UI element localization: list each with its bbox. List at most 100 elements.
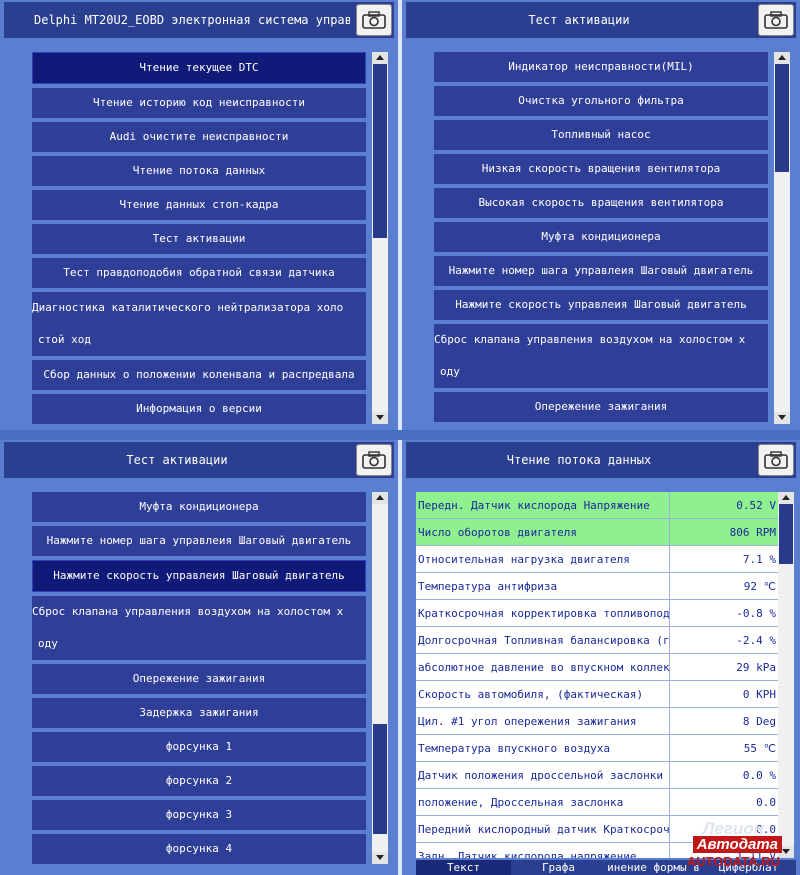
activation-list-2: Муфта кондиционера Нажмите номер шага уп… bbox=[32, 492, 366, 868]
activation-item-stepper-speed[interactable]: Нажмите скорость управлеия Шаговый двига… bbox=[32, 560, 366, 592]
scroll-down-arrow-icon[interactable] bbox=[774, 412, 790, 424]
param-name: Передний кислородный датчик Краткосроч bbox=[416, 816, 670, 842]
param-value: 0.0 bbox=[756, 795, 776, 809]
camera-icon[interactable] bbox=[758, 4, 794, 36]
activation-item-idle-air-line2: оду bbox=[440, 365, 460, 378]
table-row[interactable]: Число оборотов двигателя 806 RPM bbox=[416, 519, 778, 546]
activation-item-injector-1[interactable]: форсунка 1 bbox=[32, 732, 366, 762]
camera-icon[interactable] bbox=[758, 444, 794, 476]
scroll-thumb[interactable] bbox=[779, 504, 793, 564]
activation-item-idle-air-reset[interactable]: Сброс клапана управления воздухом на хол… bbox=[32, 596, 366, 660]
activation-item-ignition-advance[interactable]: Опережение зажигания bbox=[32, 664, 366, 694]
param-value: 7.1 % bbox=[742, 552, 776, 566]
table-row[interactable]: Передн. Датчик кислорода Напряжение 0.52 … bbox=[416, 492, 778, 519]
param-name: Долгосрочная Топливная балансировка (г bbox=[416, 627, 670, 653]
tab-text[interactable]: Текст bbox=[416, 860, 511, 875]
activation-title-1: Тест активации bbox=[528, 13, 630, 27]
menu-item-activation-test[interactable]: Тест активации bbox=[32, 224, 366, 254]
menu-item-freeze-frame[interactable]: Чтение данных стоп-кадра bbox=[32, 190, 366, 220]
activation-item-fan-high[interactable]: Высокая скорость вращения вентилятора bbox=[434, 188, 768, 218]
activation-item-ac-clutch[interactable]: Муфта кондиционера bbox=[32, 492, 366, 522]
param-name: Задн. Датчик кислорода напряжение bbox=[416, 843, 670, 858]
data-stream-title: Чтение потока данных bbox=[506, 453, 652, 467]
horizontal-divider bbox=[0, 430, 800, 440]
scroll-down-arrow-icon[interactable] bbox=[372, 852, 388, 864]
table-row[interactable]: Скорость автомобиля, (фактическая) 0 KPH bbox=[416, 681, 778, 708]
param-value: 0.0 % bbox=[742, 768, 776, 782]
param-name: Число оборотов двигателя bbox=[416, 519, 670, 545]
main-menu-list: Чтение текущее DTC Чтение историю код не… bbox=[32, 52, 366, 428]
param-value: -0.8 % bbox=[736, 606, 776, 620]
param-name: Краткосрочная корректировка топливопод bbox=[416, 600, 670, 626]
param-value: 55 ℃ bbox=[743, 741, 776, 755]
menu-item-read-data-stream[interactable]: Чтение потока данных bbox=[32, 156, 366, 186]
scroll-thumb[interactable] bbox=[373, 64, 387, 238]
activation-item-injector-3[interactable]: форсунка 3 bbox=[32, 800, 366, 830]
camera-icon[interactable] bbox=[356, 444, 392, 476]
main-menu-header: Delphi MT20U2_EOBD электронная система у… bbox=[4, 2, 394, 38]
scroll-thumb[interactable] bbox=[775, 64, 789, 172]
main-menu-panel: Delphi MT20U2_EOBD электронная система у… bbox=[0, 0, 398, 430]
scroll-up-arrow-icon[interactable] bbox=[372, 492, 388, 504]
menu-item-crank-cam-data[interactable]: Сбор данных о положении коленвала и расп… bbox=[32, 360, 366, 390]
table-row[interactable]: Цил. #1 угол опережения зажигания 8 Deg bbox=[416, 708, 778, 735]
activation-item-fuel-pump[interactable]: Топливный насос bbox=[434, 120, 768, 150]
param-value: 0.52 V bbox=[736, 498, 776, 512]
activation-item-fan-low[interactable]: Низкая скорость вращения вентилятора bbox=[434, 154, 768, 184]
menu-item-catalyst-line1: Диагностика каталитического нейтрализато… bbox=[32, 301, 344, 314]
tab-graph[interactable]: Графа bbox=[511, 860, 606, 875]
scroll-up-arrow-icon[interactable] bbox=[372, 52, 388, 64]
param-value: 8 Deg bbox=[742, 714, 776, 728]
data-stream-header: Чтение потока данных bbox=[406, 442, 796, 478]
scroll-up-arrow-icon[interactable] bbox=[778, 492, 794, 504]
menu-item-read-history-dtc[interactable]: Чтение историю код неисправности bbox=[32, 88, 366, 118]
activation-item-ignition-advance[interactable]: Опережение зажигания bbox=[434, 392, 768, 422]
scroll-thumb[interactable] bbox=[373, 724, 387, 834]
main-menu-title: Delphi MT20U2_EOBD электронная система у… bbox=[34, 13, 350, 27]
data-stream-table: Передн. Датчик кислорода Напряжение 0.52 … bbox=[416, 492, 778, 858]
menu-item-catalyst-diagnosis[interactable]: Диагностика каталитического нейтрализато… bbox=[32, 292, 366, 356]
camera-icon[interactable] bbox=[356, 4, 392, 36]
param-name: Температура антифриза bbox=[416, 573, 670, 599]
watermark-line3: AUTODATA.RU bbox=[686, 854, 780, 869]
param-value: 806 RPM bbox=[729, 525, 776, 539]
param-name: Датчик положения дроссельной заслонки bbox=[416, 762, 670, 788]
table-row[interactable]: положение, Дроссельная заслонка 0.0 bbox=[416, 789, 778, 816]
activation-scrollbar-2[interactable] bbox=[372, 492, 388, 864]
param-name: Температура впускного воздуха bbox=[416, 735, 670, 761]
table-row[interactable]: Температура антифриза 92 ℃ bbox=[416, 573, 778, 600]
data-stream-scrollbar[interactable] bbox=[778, 492, 794, 858]
table-row[interactable]: Относительная нагрузка двигателя 7.1 % bbox=[416, 546, 778, 573]
activation-item-ignition-retard[interactable]: Задержка зажигания bbox=[32, 698, 366, 728]
scroll-down-arrow-icon[interactable] bbox=[372, 412, 388, 424]
main-menu-scrollbar[interactable] bbox=[372, 52, 388, 424]
activation-item-idle-air-line1: Сброс клапана управления воздухом на хол… bbox=[32, 605, 344, 618]
activation-item-stepper-speed[interactable]: Нажмите скорость управлеия Шаговый двига… bbox=[434, 290, 768, 320]
param-name: положение, Дроссельная заслонка bbox=[416, 789, 670, 815]
menu-item-read-current-dtc[interactable]: Чтение текущее DTC bbox=[32, 52, 366, 84]
activation-item-idle-air-reset[interactable]: Сброс клапана управления воздухом на хол… bbox=[434, 324, 768, 388]
activation-scrollbar-1[interactable] bbox=[774, 52, 790, 424]
table-row[interactable]: Температура впускного воздуха 55 ℃ bbox=[416, 735, 778, 762]
scroll-up-arrow-icon[interactable] bbox=[774, 52, 790, 64]
activation-item-ac-clutch[interactable]: Муфта кондиционера bbox=[434, 222, 768, 252]
table-row[interactable]: абсолютное давление во впускном коллек 29… bbox=[416, 654, 778, 681]
menu-item-version-info[interactable]: Информация о версии bbox=[32, 394, 366, 424]
activation-item-injector-2[interactable]: форсунка 2 bbox=[32, 766, 366, 796]
data-stream-panel: Чтение потока данных Передн. Датчик кисл… bbox=[402, 440, 800, 875]
activation-item-canister-purge[interactable]: Очистка угольного фильтра bbox=[434, 86, 768, 116]
activation-item-stepper-step[interactable]: Нажмите номер шага управлеия Шаговый дви… bbox=[434, 256, 768, 286]
activation-item-mil[interactable]: Индикатор неисправности(MIL) bbox=[434, 52, 768, 82]
param-value: -2.4 % bbox=[736, 633, 776, 647]
watermark-line2: Автодата bbox=[692, 836, 782, 853]
param-name: абсолютное давление во впускном коллек bbox=[416, 654, 670, 680]
table-row[interactable]: Долгосрочная Топливная балансировка (г -2… bbox=[416, 627, 778, 654]
activation-item-injector-4[interactable]: форсунка 4 bbox=[32, 834, 366, 864]
menu-item-sensor-plausibility[interactable]: Тест правдоподобия обратной связи датчик… bbox=[32, 258, 366, 288]
activation-test-panel-1: Тест активации Индикатор неисправности(M… bbox=[402, 0, 800, 430]
table-row[interactable]: Датчик положения дроссельной заслонки 0.0… bbox=[416, 762, 778, 789]
table-row[interactable]: Краткосрочная корректировка топливопод -0… bbox=[416, 600, 778, 627]
activation-item-stepper-step[interactable]: Нажмите номер шага управлеия Шаговый дви… bbox=[32, 526, 366, 556]
watermark-logo: Легион Автодата AUTODATA.RU bbox=[662, 819, 782, 869]
menu-item-clear-faults[interactable]: Audi очистите неисправности bbox=[32, 122, 366, 152]
